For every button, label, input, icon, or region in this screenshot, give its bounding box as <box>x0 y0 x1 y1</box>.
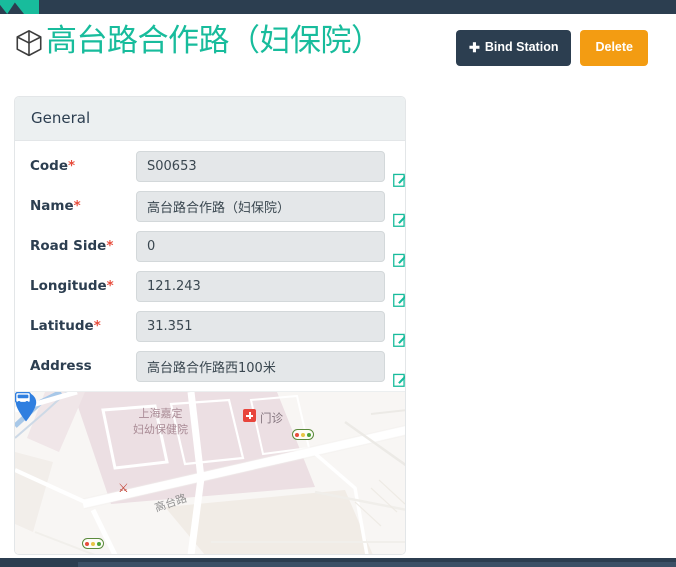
road-side-input[interactable] <box>136 231 385 262</box>
top-navbar <box>0 0 676 14</box>
longitude-input[interactable] <box>136 271 385 302</box>
page-title-text: 高台路合作路（妇保院） <box>46 23 382 59</box>
map-label-clinic: 门诊 <box>260 411 283 425</box>
bind-station-button[interactable]: ✚ Bind Station <box>455 30 572 66</box>
field-wrap-name <box>136 191 405 227</box>
general-panel: General Code* Name* <box>14 96 406 555</box>
field-wrap-latitude <box>136 311 405 347</box>
delete-button[interactable]: Delete <box>580 30 648 66</box>
edit-pencil-icon-road-side[interactable] <box>393 252 406 267</box>
traffic-green <box>307 432 311 437</box>
bottom-bar <box>0 558 676 567</box>
traffic-yellow <box>91 541 95 546</box>
label-address: Address <box>30 358 92 374</box>
label-code: Code* <box>30 158 76 174</box>
name-input[interactable] <box>136 191 385 222</box>
required-marker: * <box>93 318 101 334</box>
page-header: 高台路合作路（妇保院） ✚ Bind Station Delete <box>14 22 662 76</box>
address-input[interactable] <box>136 351 385 382</box>
edit-pencil-icon-name[interactable] <box>393 212 406 227</box>
traffic-green <box>97 541 101 546</box>
latitude-input[interactable] <box>136 311 385 342</box>
form-row-name: Name* <box>15 191 405 227</box>
brand-logo-icon[interactable] <box>0 0 24 14</box>
bind-station-label: Bind Station <box>484 40 559 55</box>
header-actions: ✚ Bind Station Delete <box>455 30 648 66</box>
cube-icon <box>16 30 42 57</box>
bottom-bar-inner <box>78 562 676 567</box>
edit-pencil-icon-latitude[interactable] <box>393 332 406 347</box>
traffic-red <box>85 541 89 546</box>
required-marker: * <box>73 198 81 214</box>
label-latitude: Latitude* <box>30 318 101 334</box>
map-label-hospital: 上海嘉定 妇幼保健院 <box>133 407 188 436</box>
panel-body: Code* Name* <box>15 141 405 554</box>
delete-label: Delete <box>595 40 633 54</box>
code-input[interactable] <box>136 151 385 182</box>
field-wrap-address <box>136 351 405 387</box>
traffic-light-icon-1[interactable] <box>292 429 314 440</box>
traffic-light-icon-2[interactable] <box>82 538 104 549</box>
required-marker: * <box>68 158 76 174</box>
plus-icon: ✚ <box>468 40 480 55</box>
label-longitude: Longitude* <box>30 278 114 294</box>
form-row-road-side: Road Side* <box>15 231 405 267</box>
location-map[interactable]: 上海嘉定 妇幼保健院 门诊 ⚔ 高台路 <box>15 391 405 554</box>
edit-pencil-icon-longitude[interactable] <box>393 292 406 307</box>
edit-pencil-icon-address[interactable] <box>393 372 406 387</box>
temple-icon[interactable]: ⚔ <box>118 481 130 495</box>
form-row-code: Code* <box>15 151 405 187</box>
page-title: 高台路合作路（妇保院） <box>14 22 382 60</box>
form-row-address: Address <box>15 351 405 387</box>
field-wrap-code <box>136 151 405 187</box>
field-wrap-longitude <box>136 271 405 307</box>
traffic-red <box>295 432 299 437</box>
label-road-side: Road Side* <box>30 238 114 254</box>
map-canvas <box>15 392 405 554</box>
traffic-yellow <box>301 432 305 437</box>
brand-accent-tab <box>24 0 39 14</box>
panel-title: General <box>15 97 405 141</box>
field-wrap-road-side <box>136 231 405 267</box>
bus-icon[interactable] <box>15 392 31 405</box>
form-row-longitude: Longitude* <box>15 271 405 307</box>
label-name: Name* <box>30 198 81 214</box>
required-marker: * <box>106 238 114 254</box>
form-row-latitude: Latitude* <box>15 311 405 347</box>
edit-pencil-icon-code[interactable] <box>393 172 406 187</box>
required-marker: * <box>106 278 114 294</box>
hospital-cross-icon[interactable] <box>243 409 256 422</box>
page-root: 高台路合作路（妇保院） ✚ Bind Station Delete Genera… <box>0 0 676 567</box>
